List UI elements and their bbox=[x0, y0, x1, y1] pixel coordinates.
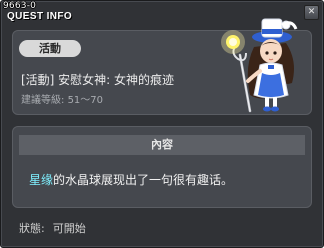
content-highlight: 星缘 bbox=[29, 173, 54, 187]
goddess-npc-portrait bbox=[221, 18, 298, 113]
content-text: 的水晶球展现出了一句很有趣话。 bbox=[53, 173, 234, 187]
quest-name: [活動] 安慰女神: 女神的痕迹 bbox=[21, 73, 175, 87]
level-label: 建議等級: bbox=[21, 95, 65, 106]
window-title: QUEST INFO bbox=[7, 11, 73, 22]
level-requirement: 建議等級: 51～70 bbox=[21, 91, 103, 106]
status-row: 狀態: 可開始 bbox=[19, 220, 86, 236]
window-id: 9663-0 bbox=[3, 1, 37, 11]
status-label: 狀態: bbox=[19, 222, 45, 235]
close-button[interactable]: ✕ bbox=[304, 5, 319, 20]
quest-info-window: 9663-0 QUEST INFO ✕ 活動 [活動] 安慰女神: 女神的痕迹 … bbox=[0, 0, 324, 248]
status-value: 可開始 bbox=[52, 222, 86, 235]
content-header: 內容 bbox=[19, 135, 305, 155]
close-icon: ✕ bbox=[307, 7, 316, 17]
category-badge: 活動 bbox=[19, 40, 81, 57]
content-body: 星缘的水晶球展现出了一句很有趣话。 bbox=[29, 171, 233, 188]
content-panel: 內容 星缘的水晶球展现出了一句很有趣话。 bbox=[12, 126, 312, 208]
level-range: 51～70 bbox=[67, 95, 104, 106]
